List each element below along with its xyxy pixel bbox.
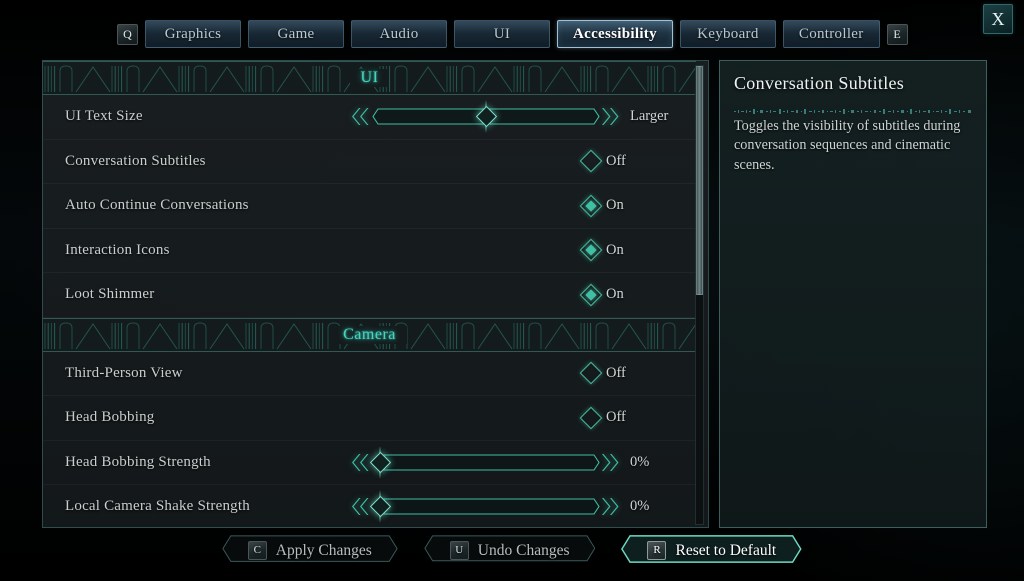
toggle-diamond-off-icon[interactable]	[579, 149, 603, 173]
next-tab-key-badge[interactable]: E	[886, 23, 908, 45]
action-label-apply-changes: Apply Changes	[275, 541, 372, 559]
tab-list: Graphics Game Audio UI Accessibility Keyboard…	[145, 20, 880, 48]
setting-label-local-camera-shake-strength: Local Camera Shake Strength	[65, 498, 250, 515]
setting-row-interaction-icons[interactable]: Interaction Icons On	[43, 229, 696, 273]
section-header-title-wrap: UI	[43, 62, 696, 94]
setting-label-auto-continue-conversations: Auto Continue Conversations	[65, 197, 249, 214]
toggle-diamond-on-icon[interactable]	[579, 194, 603, 218]
setting-label-head-bobbing: Head Bobbing	[65, 409, 155, 426]
toggle-diamond-off-icon[interactable]	[579, 406, 603, 430]
slider-increase-icon[interactable]	[601, 498, 621, 516]
action-undo-changes[interactable]: U Undo Changes	[424, 535, 596, 566]
info-panel-divider	[734, 101, 972, 114]
setting-row-ui-text-size[interactable]: UI Text Size Larger	[43, 95, 696, 140]
toggle-diamond-on-icon[interactable]	[579, 238, 603, 262]
section-header-title-wrap: Camera	[43, 319, 696, 351]
slider-head-bobbing-strength[interactable]: 0%	[351, 445, 650, 479]
slider-local-camera-shake-strength[interactable]: 0%	[351, 490, 650, 524]
toggle-interaction-icons[interactable]: On	[579, 238, 624, 262]
toggle-third-person-view[interactable]: Off	[579, 361, 626, 385]
scrollbar-thumb[interactable]	[696, 66, 703, 295]
settings-rows-viewport: UI UI Text Size Larger Conversation Subtitl…	[43, 61, 696, 527]
toggle-head-bobbing[interactable]: Off	[579, 406, 626, 430]
setting-label-ui-text-size: UI Text Size	[65, 108, 143, 125]
tab-ui[interactable]: UI	[454, 20, 550, 48]
setting-row-conversation-subtitles[interactable]: Conversation Subtitles Off	[43, 140, 696, 184]
prev-tab-key-badge[interactable]: Q	[117, 23, 138, 45]
section-header-title: Camera	[332, 325, 407, 344]
tab-game[interactable]: Game	[248, 20, 344, 48]
setting-row-local-camera-shake-strength[interactable]: Local Camera Shake Strength 0%	[43, 485, 696, 527]
action-key-badge-reset-to-default[interactable]: R	[647, 541, 667, 560]
toggle-diamond-off-icon[interactable]	[579, 361, 603, 385]
slider-track-ui-text-size[interactable]	[372, 100, 600, 134]
section-header-title: UI	[349, 69, 390, 87]
toggle-loot-shimmer[interactable]: On	[579, 283, 624, 307]
toggle-value-head-bobbing: Off	[606, 409, 626, 426]
slider-increase-icon[interactable]	[601, 108, 621, 126]
toggle-value-conversation-subtitles: Off	[606, 152, 626, 169]
tab-graphics[interactable]: Graphics	[145, 20, 241, 48]
setting-label-interaction-icons: Interaction Icons	[65, 241, 170, 258]
toggle-conversation-subtitles[interactable]: Off	[579, 149, 626, 173]
toggle-diamond-on-icon[interactable]	[579, 283, 603, 307]
settings-scrollbar[interactable]	[695, 65, 704, 525]
slider-track-head-bobbing-strength[interactable]	[369, 445, 600, 479]
info-panel-description: Toggles the visibility of subtitles duri…	[734, 118, 961, 173]
slider-value-local-camera-shake-strength: 0%	[630, 498, 650, 515]
setting-row-loot-shimmer[interactable]: Loot Shimmer On	[43, 273, 696, 318]
action-label-undo-changes: Undo Changes	[477, 541, 570, 559]
setting-label-head-bobbing-strength: Head Bobbing Strength	[65, 453, 211, 470]
setting-label-third-person-view: Third-Person View	[65, 364, 183, 381]
action-key-badge-undo-changes[interactable]: U	[449, 541, 469, 560]
toggle-auto-continue-conversations[interactable]: On	[579, 194, 624, 218]
slider-decrease-icon[interactable]	[351, 498, 371, 516]
slider-decrease-icon[interactable]	[351, 453, 371, 471]
action-label-reset-to-default: Reset to Default	[675, 541, 777, 559]
slider-value-ui-text-size: Larger	[630, 108, 669, 125]
toggle-value-interaction-icons: On	[606, 241, 624, 258]
setting-row-auto-continue-conversations[interactable]: Auto Continue Conversations On	[43, 184, 696, 229]
toggle-value-auto-continue-conversations: On	[606, 197, 624, 214]
tab-audio[interactable]: Audio	[351, 20, 447, 48]
slider-increase-icon[interactable]	[601, 453, 621, 471]
tab-accessibility[interactable]: Accessibility	[557, 20, 673, 48]
section-header-camera: Camera	[43, 317, 696, 352]
settings-tab-bar: Q Graphics Game Audio UI Accessibility Keyboa…	[0, 14, 1024, 54]
setting-label-conversation-subtitles: Conversation Subtitles	[65, 152, 206, 169]
action-apply-changes[interactable]: C Apply Changes	[222, 535, 398, 566]
setting-label-loot-shimmer: Loot Shimmer	[65, 286, 155, 303]
tab-controller[interactable]: Controller	[782, 20, 880, 48]
toggle-value-loot-shimmer: On	[606, 286, 624, 303]
slider-decrease-icon[interactable]	[351, 108, 371, 126]
slider-ui-text-size[interactable]: Larger	[351, 100, 669, 134]
setting-row-head-bobbing-strength[interactable]: Head Bobbing Strength 0%	[43, 441, 696, 485]
action-key-badge-apply-changes[interactable]: C	[247, 541, 267, 560]
toggle-value-third-person-view: Off	[606, 364, 626, 381]
tab-keyboard[interactable]: Keyboard	[679, 20, 776, 48]
info-panel: Conversation Subtitles Toggles the visib…	[719, 60, 987, 528]
setting-row-third-person-view[interactable]: Third-Person View Off	[43, 352, 696, 396]
section-header-ui: UI	[43, 61, 696, 95]
slider-value-head-bobbing-strength: 0%	[630, 453, 650, 470]
slider-track-local-camera-shake-strength[interactable]	[369, 490, 600, 524]
action-reset-to-default[interactable]: R Reset to Default	[621, 535, 803, 566]
info-panel-title: Conversation Subtitles	[734, 73, 905, 93]
settings-list-panel: UI UI Text Size Larger Conversation Subtitl…	[42, 60, 709, 528]
action-button-bar: C Apply Changes U Undo Changes R Reset to Def…	[0, 535, 1024, 566]
setting-row-head-bobbing[interactable]: Head Bobbing Off	[43, 396, 696, 441]
close-button[interactable]: X	[983, 4, 1013, 34]
